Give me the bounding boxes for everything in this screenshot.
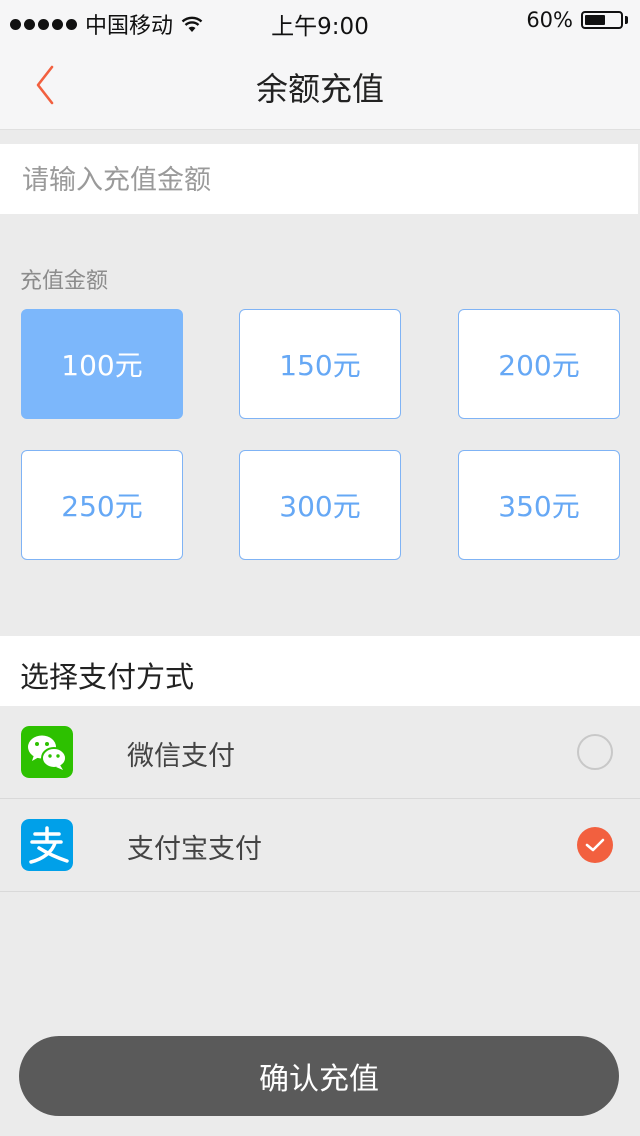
amount-option-200[interactable]: 200元 xyxy=(458,309,620,419)
payment-section-header: 选择支付方式 xyxy=(0,636,640,706)
amount-section-label: 充值金额 xyxy=(20,269,109,294)
battery-tip xyxy=(625,16,628,24)
battery-percentage: 60% xyxy=(526,8,573,32)
amount-option-100[interactable]: 100元 xyxy=(21,309,183,419)
amount-option-350[interactable]: 350元 xyxy=(458,450,620,560)
amount-input-row xyxy=(0,144,638,216)
wechat-icon xyxy=(21,726,73,778)
payment-option-alipay[interactable]: 支付宝支付 xyxy=(0,799,640,892)
checkmark-icon xyxy=(585,838,605,852)
nav-bar: 余额充值 xyxy=(0,40,640,130)
payment-option-wechat[interactable]: 微信支付 xyxy=(0,706,640,799)
status-right: 60% xyxy=(526,8,628,32)
amount-option-250[interactable]: 250元 xyxy=(21,450,183,560)
amount-option-150[interactable]: 150元 xyxy=(239,309,401,419)
battery-icon xyxy=(581,11,623,29)
page-title: 余额充值 xyxy=(255,70,384,108)
amount-option-300[interactable]: 300元 xyxy=(239,450,401,560)
payment-label-wechat: 微信支付 xyxy=(127,741,235,772)
payment-section-title: 选择支付方式 xyxy=(20,660,195,694)
confirm-recharge-button[interactable]: 确认充值 xyxy=(19,1036,619,1116)
radio-wechat[interactable] xyxy=(577,734,613,770)
alipay-icon xyxy=(21,819,73,871)
amount-input[interactable] xyxy=(20,144,624,216)
payment-label-alipay: 支付宝支付 xyxy=(127,834,262,865)
radio-alipay[interactable] xyxy=(577,827,613,863)
status-bar: 中国移动 上午9:00 60% xyxy=(0,0,640,40)
